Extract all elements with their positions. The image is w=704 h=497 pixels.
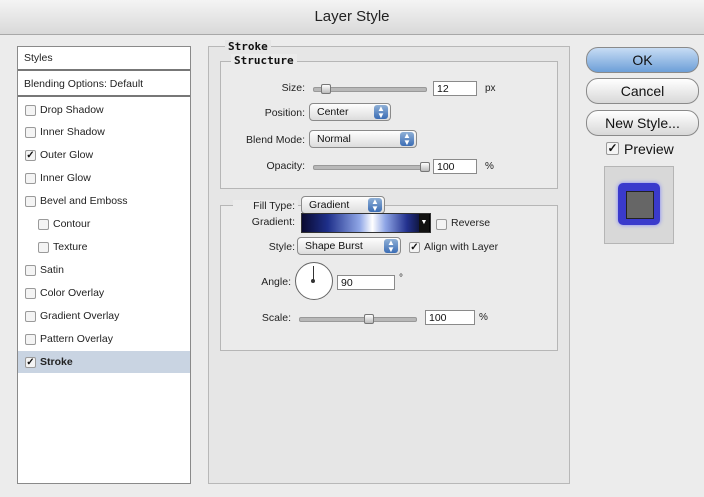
style-item-label: Outer Glow — [40, 149, 94, 161]
preview-checkbox[interactable]: ✓ — [606, 142, 619, 155]
blend-mode-select[interactable]: Normal ▲ ▼ — [309, 130, 417, 148]
opacity-unit: % — [485, 161, 494, 172]
style-item-label: Color Overlay — [40, 287, 105, 299]
size-unit: px — [485, 83, 496, 94]
ok-button[interactable]: OK — [586, 47, 699, 73]
bevel-emboss-checkbox[interactable] — [25, 196, 36, 207]
fill-type-value: Gradient — [309, 199, 350, 211]
window-title: Layer Style — [0, 0, 704, 35]
angle-dial[interactable] — [295, 262, 333, 300]
structure-title: Structure — [231, 54, 297, 67]
preview-label: Preview — [624, 141, 674, 157]
angle-input[interactable]: 90 — [337, 275, 395, 290]
blending-options-item[interactable]: Blending Options: Default — [18, 73, 190, 97]
structure-group: Structure Size: 12 px Position: Center ▲… — [220, 54, 558, 189]
scale-unit: % — [479, 312, 488, 323]
select-arrows-icon: ▲ ▼ — [368, 198, 382, 213]
styles-list: Styles Blending Options: Default Drop Sh… — [17, 46, 191, 484]
fill-type-select[interactable]: Gradient ▲ ▼ — [301, 196, 385, 214]
blend-mode-label: Blend Mode: — [246, 134, 305, 146]
angle-dial-center — [311, 279, 315, 283]
gradient-dropdown-icon[interactable]: ▼ — [419, 214, 429, 232]
preview-thumbnail — [604, 166, 674, 244]
style-item-label: Texture — [53, 241, 88, 253]
stroke-panel: Stroke Structure Size: 12 px Position: C… — [208, 40, 570, 484]
fill-type-label: Fill Type: — [233, 200, 298, 212]
size-label: Size: — [281, 82, 305, 94]
style-item-label: Bevel and Emboss — [40, 195, 128, 207]
style-item-color-overlay[interactable]: Color Overlay — [18, 282, 190, 304]
position-label: Position: — [264, 107, 305, 119]
stroke-title: Stroke — [225, 40, 271, 53]
style-item-label: Satin — [40, 264, 64, 276]
opacity-slider-thumb[interactable] — [420, 162, 430, 172]
style-item-gradient-overlay[interactable]: Gradient Overlay — [18, 305, 190, 327]
style-item-inner-shadow[interactable]: Inner Shadow — [18, 121, 190, 143]
gradient-label: Gradient: — [251, 216, 295, 228]
style-item-bevel-emboss[interactable]: Bevel and Emboss — [18, 190, 190, 212]
style-item-contour[interactable]: Contour — [18, 213, 190, 235]
opacity-input[interactable]: 100 — [433, 159, 477, 174]
pattern-overlay-checkbox[interactable] — [25, 334, 36, 345]
inner-glow-checkbox[interactable] — [25, 173, 36, 184]
style-item-label: Contour — [53, 218, 91, 230]
reverse-checkbox[interactable] — [436, 219, 447, 230]
gradient-style-select[interactable]: Shape Burst ▲ ▼ — [297, 237, 401, 255]
opacity-label: Opacity: — [266, 160, 305, 172]
contour-checkbox[interactable] — [38, 219, 49, 230]
style-item-label: Inner Glow — [40, 172, 91, 184]
style-item-label: Pattern Overlay — [40, 333, 113, 345]
reverse-label: Reverse — [451, 217, 491, 229]
size-slider-thumb[interactable] — [321, 84, 331, 94]
preview-layer-shape — [626, 191, 654, 219]
gradient-preview[interactable] — [301, 213, 431, 233]
align-with-layer-label: Align with Layer — [424, 241, 499, 253]
style-item-satin[interactable]: Satin — [18, 259, 190, 281]
position-value: Center — [317, 106, 349, 118]
preview-stroke-shape — [618, 183, 660, 225]
drop-shadow-checkbox[interactable] — [25, 105, 36, 116]
style-item-pattern-overlay[interactable]: Pattern Overlay — [18, 328, 190, 350]
style-item-label: Inner Shadow — [40, 126, 105, 138]
size-input[interactable]: 12 — [433, 81, 477, 96]
color-overlay-checkbox[interactable] — [25, 288, 36, 299]
inner-shadow-checkbox[interactable] — [25, 127, 36, 138]
cancel-button[interactable]: Cancel — [586, 78, 699, 104]
scale-slider-thumb[interactable] — [364, 314, 374, 324]
layer-style-dialog: Layer Style Styles Blending Options: Def… — [0, 0, 704, 497]
texture-checkbox[interactable] — [38, 242, 49, 253]
position-select[interactable]: Center ▲ ▼ — [309, 103, 391, 121]
style-item-label: Gradient Overlay — [40, 310, 120, 322]
style-item-outer-glow[interactable]: ✓ Outer Glow — [18, 144, 190, 166]
style-item-drop-shadow[interactable]: Drop Shadow — [18, 99, 190, 121]
select-arrows-icon: ▲ ▼ — [374, 105, 388, 120]
style-item-texture[interactable]: Texture — [18, 236, 190, 258]
blend-mode-value: Normal — [317, 133, 351, 145]
select-arrows-icon: ▲ ▼ — [400, 132, 414, 147]
satin-checkbox[interactable] — [25, 265, 36, 276]
fill-group: Fill Type: Gradient ▲ ▼ Gradient: ▼ Rever… — [220, 196, 558, 351]
scale-input[interactable]: 100 — [425, 310, 475, 325]
angle-unit: ° — [399, 273, 403, 284]
select-arrows-icon: ▲ ▼ — [384, 239, 398, 254]
blending-options-label: Blending Options: Default — [24, 78, 144, 90]
style-item-label: Drop Shadow — [40, 104, 104, 116]
scale-label: Scale: — [261, 312, 291, 324]
scale-slider-track[interactable] — [299, 317, 417, 322]
style-label: Style: — [268, 241, 295, 253]
style-item-label: Stroke — [40, 356, 73, 368]
stroke-checkbox[interactable]: ✓ — [25, 357, 36, 368]
outer-glow-checkbox[interactable]: ✓ — [25, 150, 36, 161]
opacity-slider-track[interactable] — [313, 165, 427, 170]
gradient-style-value: Shape Burst — [305, 240, 363, 252]
gradient-overlay-checkbox[interactable] — [25, 311, 36, 322]
styles-header-label: Styles — [24, 52, 53, 64]
style-item-inner-glow[interactable]: Inner Glow — [18, 167, 190, 189]
style-item-stroke[interactable]: ✓ Stroke — [18, 351, 190, 373]
align-with-layer-checkbox[interactable]: ✓ — [409, 242, 420, 253]
new-style-button[interactable]: New Style... — [586, 110, 699, 136]
angle-label: Angle: — [261, 276, 291, 288]
styles-header[interactable]: Styles — [18, 47, 190, 71]
